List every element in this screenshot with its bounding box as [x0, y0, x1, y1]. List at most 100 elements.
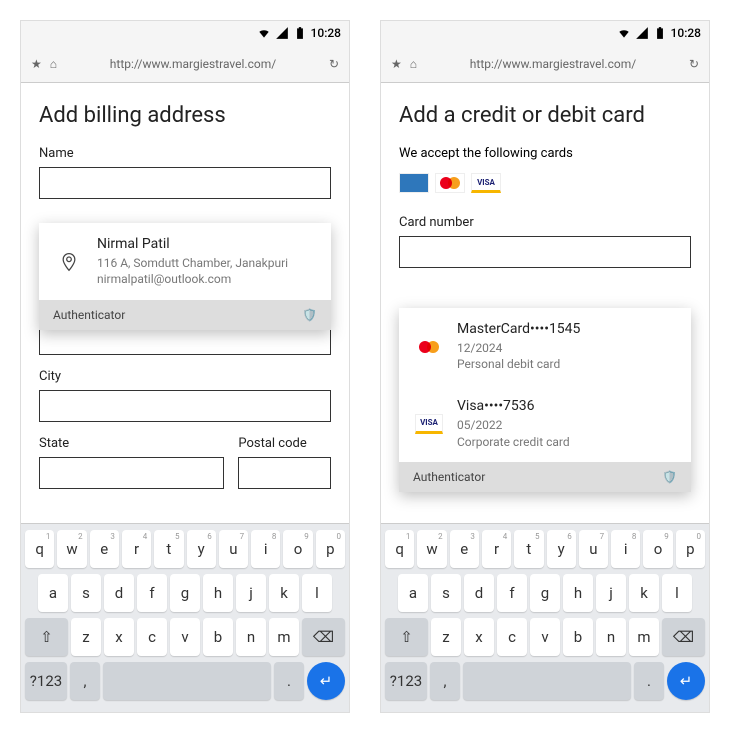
comma-key[interactable]: , [70, 662, 100, 700]
key-l[interactable]: l [662, 574, 692, 612]
key-j[interactable]: j [596, 574, 626, 612]
key-f[interactable]: f [497, 574, 527, 612]
key-r[interactable]: r4 [482, 530, 511, 568]
mastercard-icon [435, 173, 465, 193]
key-i[interactable]: i8 [251, 530, 280, 568]
key-x[interactable]: x [464, 618, 494, 656]
symbols-key[interactable]: ?123 [385, 662, 427, 700]
url-text[interactable]: http://www.margiestravel.com/ [425, 57, 681, 71]
key-u[interactable]: u7 [219, 530, 248, 568]
key-l[interactable]: l [302, 574, 332, 612]
symbols-key[interactable]: ?123 [25, 662, 67, 700]
key-f[interactable]: f [137, 574, 167, 612]
key-a[interactable]: a [398, 574, 428, 612]
name-input[interactable] [39, 167, 331, 199]
key-y[interactable]: y6 [547, 530, 576, 568]
shift-key[interactable]: ⇧ [385, 618, 428, 656]
name-field-group: Name [39, 146, 331, 199]
key-p[interactable]: p0 [676, 530, 705, 568]
lock-icon: ⌂ [410, 57, 417, 71]
key-c[interactable]: c [137, 618, 167, 656]
suggestion-name: Nirmal Patil [97, 235, 288, 255]
cardnum-field-group: Card number [399, 215, 691, 268]
key-z[interactable]: z [431, 618, 461, 656]
key-t[interactable]: t5 [514, 530, 543, 568]
postal-label: Postal code [238, 436, 331, 451]
key-x[interactable]: x [104, 618, 134, 656]
autofill-suggestion[interactable]: Nirmal Patil 116 A, Somdutt Chamber, Jan… [39, 223, 331, 300]
postal-input[interactable] [238, 457, 331, 489]
backspace-key[interactable]: ⌫ [302, 618, 345, 656]
key-m[interactable]: m [269, 618, 299, 656]
period-key[interactable]: . [274, 662, 304, 700]
space-key[interactable] [463, 662, 631, 700]
backspace-key[interactable]: ⌫ [662, 618, 705, 656]
key-m[interactable]: m [629, 618, 659, 656]
signal-icon [635, 26, 649, 40]
period-key[interactable]: . [634, 662, 664, 700]
key-a[interactable]: a [38, 574, 68, 612]
url-text[interactable]: http://www.margiestravel.com/ [65, 57, 321, 71]
key-w[interactable]: w2 [417, 530, 446, 568]
autofill-dropdown: Nirmal Patil 116 A, Somdutt Chamber, Jan… [39, 223, 331, 330]
wifi-icon [257, 26, 271, 40]
key-n[interactable]: n [596, 618, 626, 656]
reload-icon[interactable]: ↻ [689, 57, 699, 71]
key-q[interactable]: q1 [385, 530, 414, 568]
key-v[interactable]: v [530, 618, 560, 656]
key-h[interactable]: h [203, 574, 233, 612]
key-g[interactable]: g [170, 574, 200, 612]
key-w[interactable]: w2 [57, 530, 86, 568]
key-g[interactable]: g [530, 574, 560, 612]
key-n[interactable]: n [236, 618, 266, 656]
bookmark-icon[interactable]: ★ [31, 57, 42, 71]
addressbar: ★ ⌂ http://www.margiestravel.com/ ↻ [381, 45, 709, 83]
statusbar: 10:28 [381, 21, 709, 45]
key-o[interactable]: o9 [643, 530, 672, 568]
key-u[interactable]: u7 [579, 530, 608, 568]
key-d[interactable]: d [104, 574, 134, 612]
state-select[interactable] [39, 457, 224, 489]
cardnum-input[interactable] [399, 236, 691, 268]
card-suggestion-0[interactable]: MasterCard••••1545 12/2024 Personal debi… [399, 308, 691, 385]
phone-right: 10:28 ★ ⌂ http://www.margiestravel.com/ … [380, 20, 710, 713]
key-d[interactable]: d [464, 574, 494, 612]
key-o[interactable]: o9 [283, 530, 312, 568]
key-s[interactable]: s [431, 574, 461, 612]
key-z[interactable]: z [71, 618, 101, 656]
key-k[interactable]: k [269, 574, 299, 612]
postal-field-group: Postal code [238, 436, 331, 489]
key-i[interactable]: i8 [611, 530, 640, 568]
space-key[interactable] [103, 662, 271, 700]
shift-key[interactable]: ⇧ [25, 618, 68, 656]
key-p[interactable]: p0 [316, 530, 345, 568]
keyboard: q1w2e3r4t5y6u7i8o9p0 asdfghjkl ⇧zxcvbnm⌫… [21, 523, 349, 712]
key-k[interactable]: k [629, 574, 659, 612]
enter-key[interactable]: ↵ [307, 662, 345, 700]
reload-icon[interactable]: ↻ [329, 57, 339, 71]
key-j[interactable]: j [236, 574, 266, 612]
key-e[interactable]: e3 [90, 530, 119, 568]
key-c[interactable]: c [497, 618, 527, 656]
card-title: Visa••••7536 [457, 397, 570, 417]
city-input[interactable] [39, 390, 331, 422]
battery-icon [293, 26, 307, 40]
key-s[interactable]: s [71, 574, 101, 612]
addressbar: ★ ⌂ http://www.margiestravel.com/ ↻ [21, 45, 349, 83]
key-e[interactable]: e3 [450, 530, 479, 568]
keyboard: q1w2e3r4t5y6u7i8o9p0 asdfghjkl ⇧zxcvbnm⌫… [381, 523, 709, 712]
key-b[interactable]: b [563, 618, 593, 656]
comma-key[interactable]: , [430, 662, 460, 700]
key-r[interactable]: r4 [122, 530, 151, 568]
page-title: Add billing address [39, 103, 331, 128]
bookmark-icon[interactable]: ★ [391, 57, 402, 71]
card-suggestion-1[interactable]: VISA Visa••••7536 05/2022 Corporate cred… [399, 385, 691, 462]
key-h[interactable]: h [563, 574, 593, 612]
key-y[interactable]: y6 [187, 530, 216, 568]
key-v[interactable]: v [170, 618, 200, 656]
key-t[interactable]: t5 [154, 530, 183, 568]
key-q[interactable]: q1 [25, 530, 54, 568]
enter-key[interactable]: ↵ [667, 662, 705, 700]
key-b[interactable]: b [203, 618, 233, 656]
shield-lock-icon: 🛡️ [302, 308, 317, 322]
